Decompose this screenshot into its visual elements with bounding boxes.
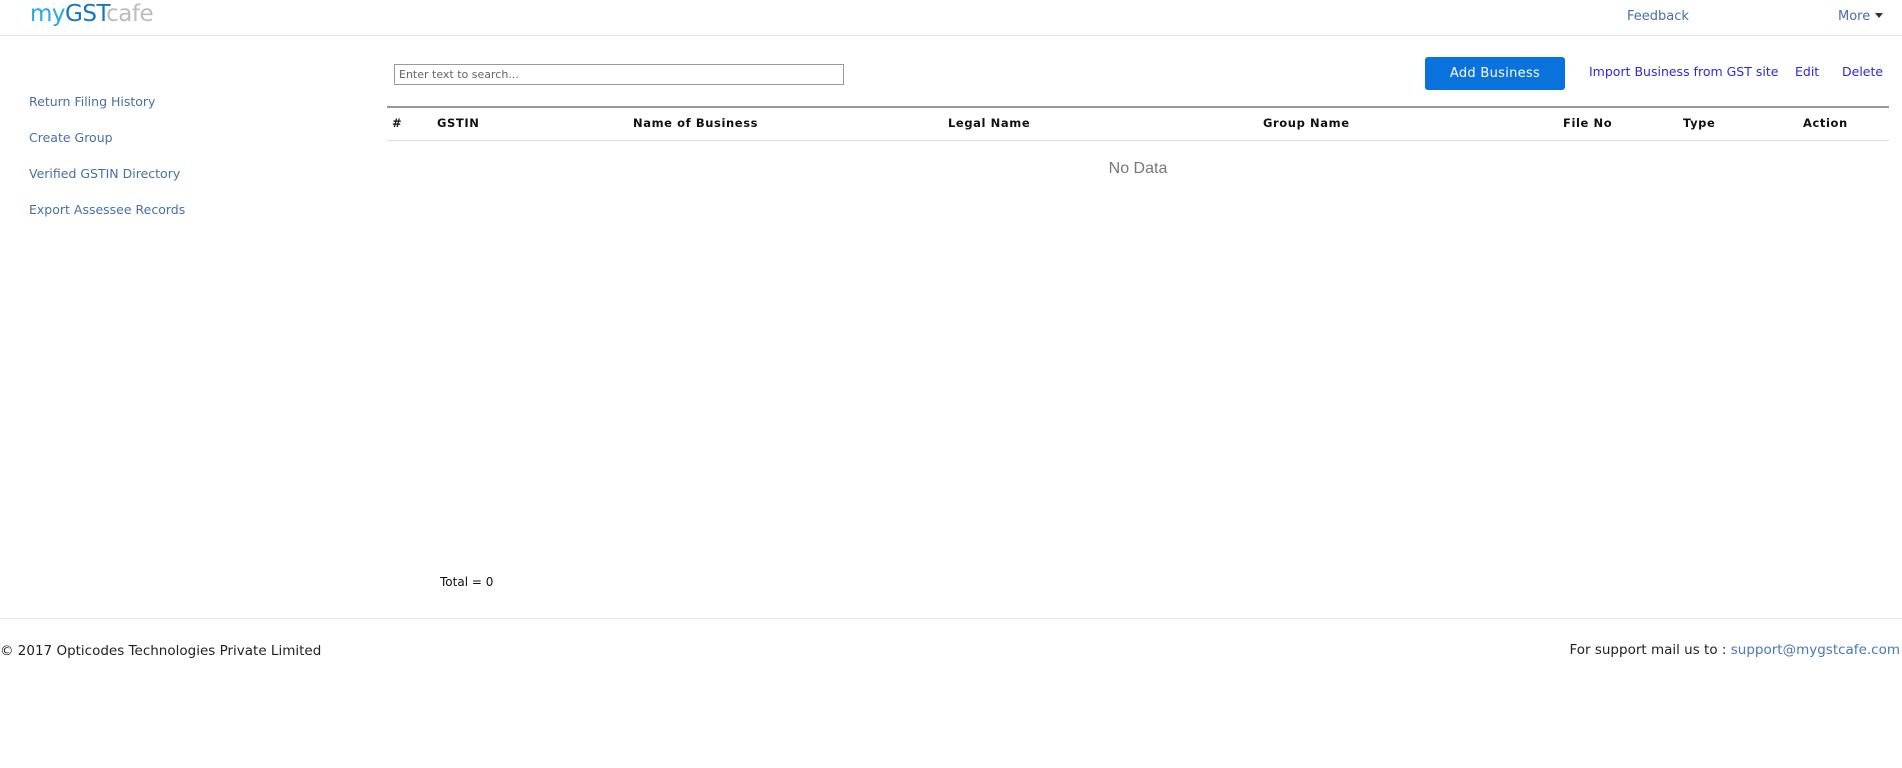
logo-cafe: cafe [106,1,154,27]
add-business-button[interactable]: Add Business [1425,57,1565,90]
sidebar-item-verified-gstin-directory[interactable]: Verified GSTIN Directory [29,164,185,200]
edit-link[interactable]: Edit [1795,64,1819,79]
support-text: For support mail us to : support@mygstca… [1569,642,1900,658]
column-header-legal-name[interactable]: Legal Name [948,116,1030,130]
copyright-text: © 2017 Opticodes Technologies Private Li… [0,643,322,659]
sidebar-item-export-assessee-records[interactable]: Export Assessee Records [29,200,185,236]
column-header-group-name[interactable]: Group Name [1263,116,1350,130]
business-table: # GSTIN Name of Business Legal Name Grou… [387,106,1889,141]
import-business-link[interactable]: Import Business from GST site [1589,64,1778,79]
support-email-link[interactable]: support@mygstcafe.com [1731,642,1900,658]
sidebar-item-return-filing-history[interactable]: Return Filing History [29,92,185,128]
logo-gst: GST [65,1,107,27]
table-header: # GSTIN Name of Business Legal Name Grou… [387,106,1889,141]
total-count: Total = 0 [440,575,494,589]
logo-my: my [30,1,66,27]
delete-link[interactable]: Delete [1842,64,1883,79]
more-dropdown[interactable]: More [1838,9,1884,24]
column-header-action[interactable]: Action [1803,116,1848,130]
caret-down-icon [1875,13,1884,18]
sidebar-item-create-group[interactable]: Create Group [29,128,185,164]
logo[interactable]: myGSTcafe [30,0,154,29]
more-label: More [1838,9,1871,24]
column-header-gstin[interactable]: GSTIN [437,116,479,130]
feedback-link[interactable]: Feedback [1627,9,1689,24]
empty-state-message: No Data [1108,160,1168,177]
column-header-type[interactable]: Type [1683,116,1715,130]
column-header-file-no[interactable]: File No [1563,116,1612,130]
support-label: For support mail us to : [1569,642,1731,658]
search-input[interactable] [394,64,844,85]
top-navbar: myGSTcafe Feedback More [0,0,1902,36]
footer: © 2017 Opticodes Technologies Private Li… [0,618,1902,679]
column-header-name-of-business[interactable]: Name of Business [633,116,758,130]
column-header-index[interactable]: # [392,116,402,130]
sidebar: Return Filing History Create Group Verif… [29,92,185,236]
